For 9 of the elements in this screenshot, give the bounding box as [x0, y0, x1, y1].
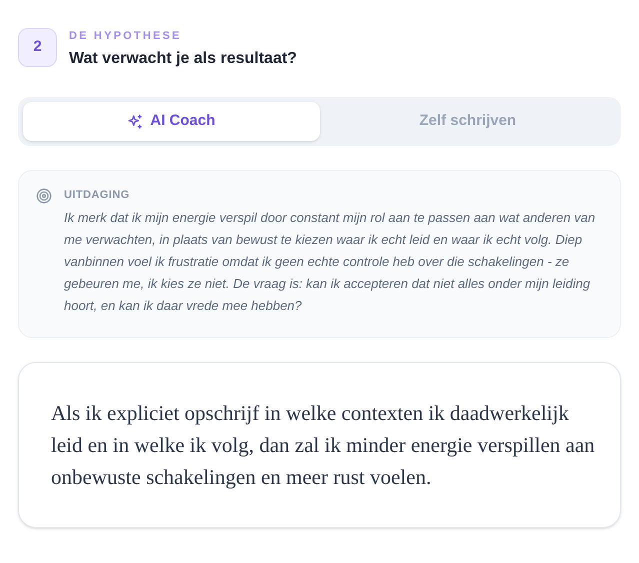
step-number: 2 — [18, 28, 57, 67]
target-icon — [36, 188, 52, 204]
sparkles-icon — [127, 114, 144, 130]
challenge-text: Ik merk dat ik mijn energie verspil door constant mijn rol aan te passen aan wat anderen van me verwachten, in plaats van bewust te kiezen waar ik echt leid en waar ik echt volg. Diep vanbinnen voel ik frustratie omdat ik geen echte controle heb over die schakelingen - ze gebeuren me, ik kies ze niet. De vraag is: kan ik accepteren dat niet alles onder mijn leiding hoort, en kan ik daar vrede mee hebben? — [64, 208, 596, 314]
hypothesis-text: Als ik expliciet opschrijf in welke contexten ik daadwerkelijk leid en in welke ik volg, dan zal ik minder energie verspillen aan onbewuste schakelingen en meer rust voelen. — [51, 400, 596, 490]
challenge-label: UITDAGING — [64, 188, 131, 203]
section-question: Wat verwacht je als resultaat? — [69, 49, 297, 69]
section-eyebrow: DE HYPOTHESE — [69, 29, 183, 43]
tab[interactable]: AI Coach — [23, 102, 320, 141]
